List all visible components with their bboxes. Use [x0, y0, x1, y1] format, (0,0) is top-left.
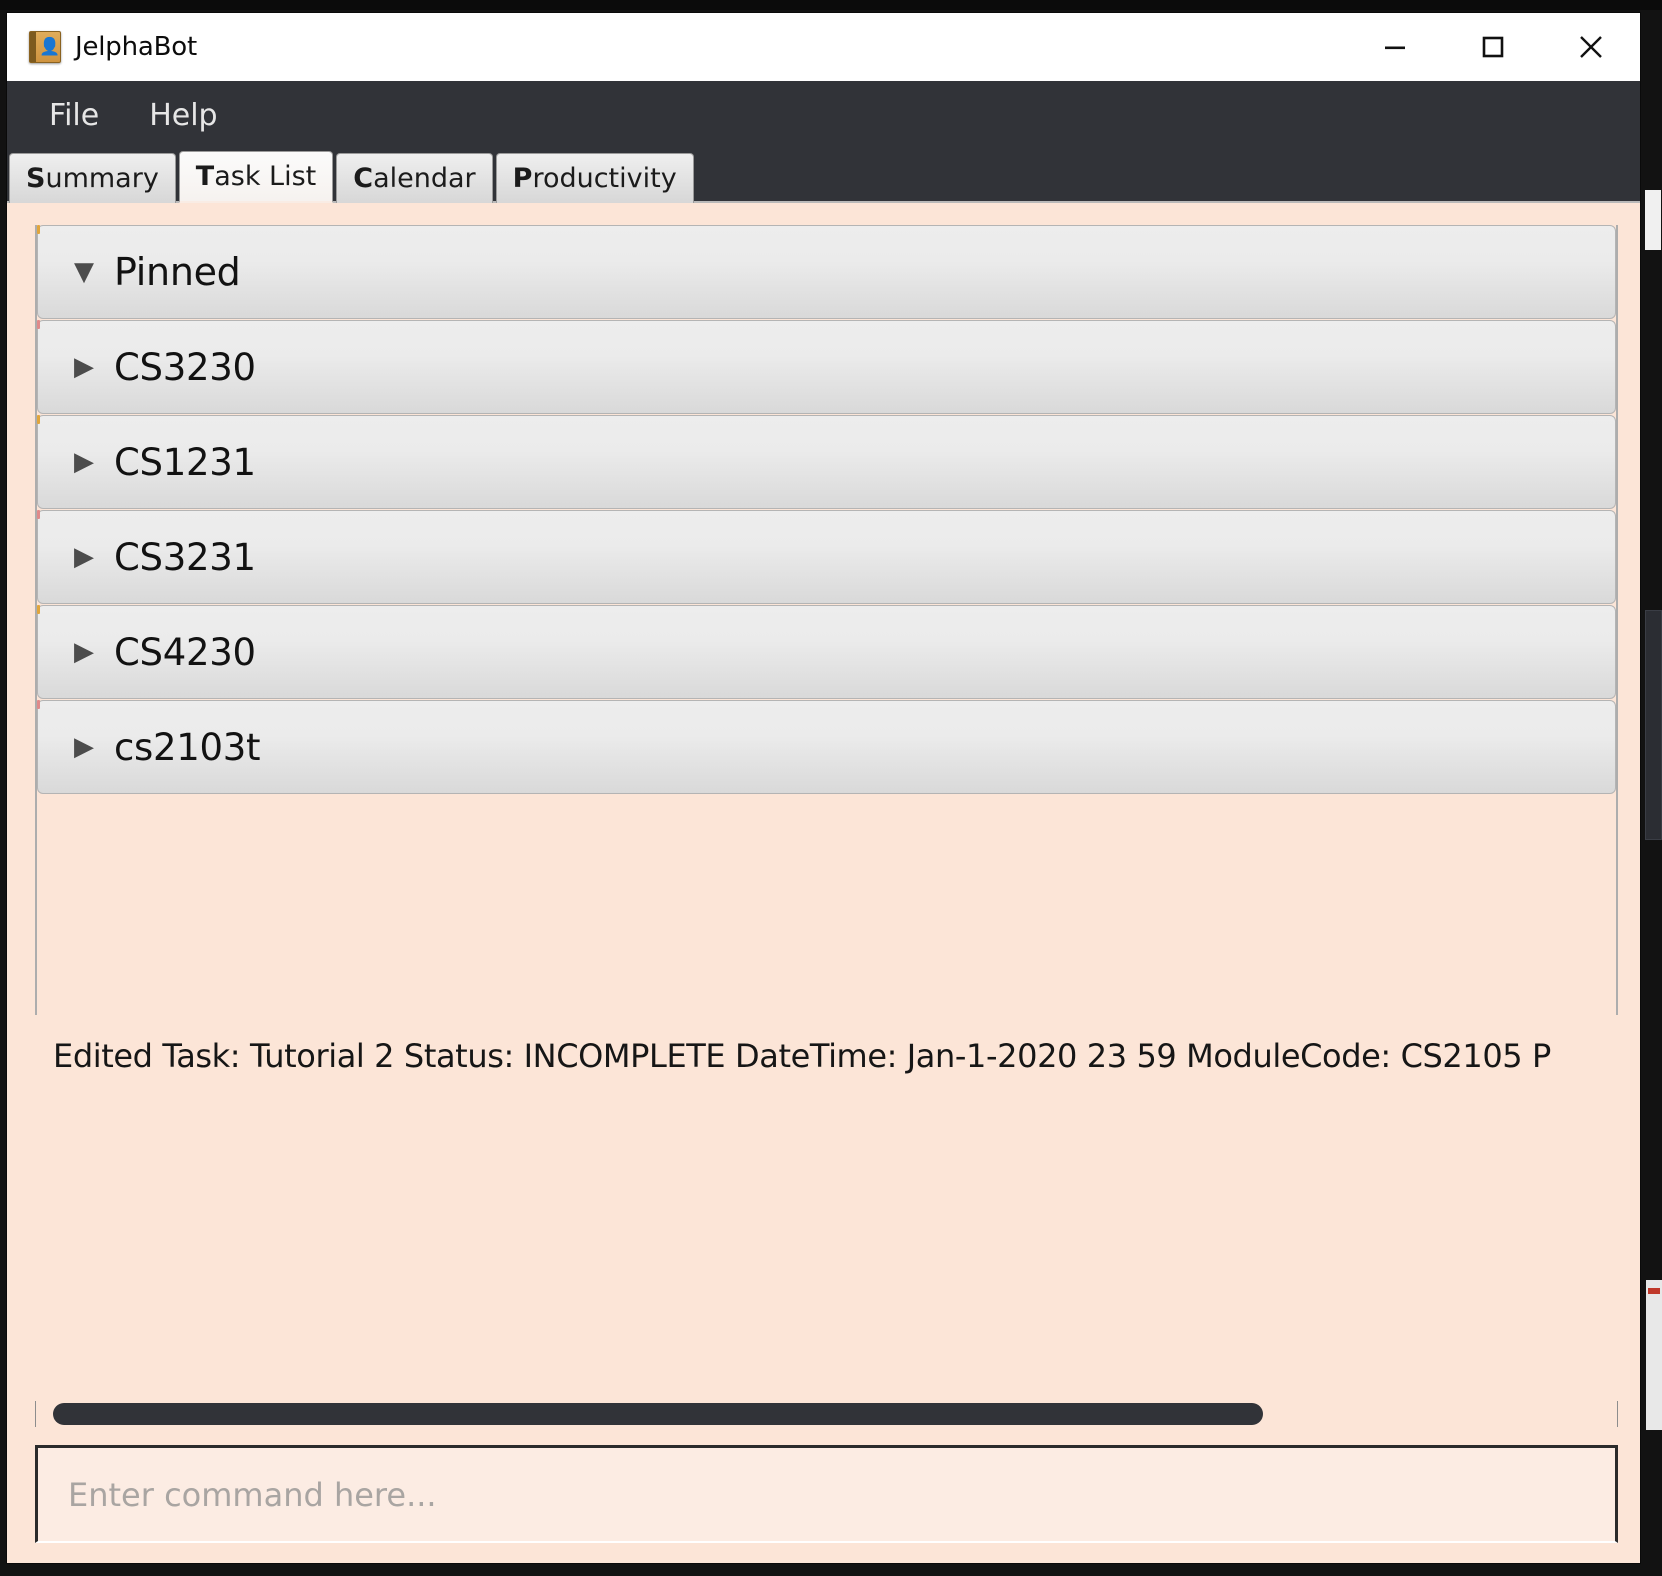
- triangle-right-icon[interactable]: ▶: [74, 449, 108, 475]
- triangle-right-icon[interactable]: ▶: [74, 354, 108, 380]
- scrollbar-track-end: [1617, 1401, 1618, 1427]
- application-window: 👤 JelphaBot File Help S ummary T ask Lis…: [6, 12, 1641, 1564]
- task-group-label: Pinned: [114, 250, 241, 294]
- menu-bar: File Help: [7, 81, 1640, 151]
- minimize-icon: [1385, 46, 1405, 50]
- close-button[interactable]: [1542, 13, 1640, 81]
- window-controls: [1346, 13, 1640, 81]
- scrollbar-track-start: [35, 1401, 36, 1427]
- group-accent-bar: [37, 225, 40, 234]
- desktop-window-thumb-2: [1645, 610, 1662, 840]
- tab-calendar-label: alendar: [373, 163, 476, 194]
- desktop-window-thumb-3: [1646, 1280, 1662, 1430]
- tab-task-list-mnemonic: T: [195, 161, 215, 192]
- title-bar: 👤 JelphaBot: [7, 13, 1640, 81]
- maximize-button[interactable]: [1444, 13, 1542, 81]
- task-group-label: CS3230: [114, 345, 256, 389]
- triangle-down-icon[interactable]: ▼: [74, 259, 108, 285]
- tab-content-task-list: ▼ Pinned ▶ CS3230 ▶ CS1231 ▶ CS3231 ▶ CS…: [7, 203, 1640, 1563]
- tab-calendar[interactable]: Calendar: [336, 153, 493, 203]
- desktop-accent-marker: [1648, 1288, 1660, 1294]
- menu-item-help[interactable]: Help: [145, 95, 221, 137]
- task-group-label: CS1231: [114, 440, 256, 484]
- task-group-label: CS3231: [114, 535, 256, 579]
- address-book-person-icon: 👤: [29, 31, 61, 63]
- task-group-accordion: ▼ Pinned ▶ CS3230 ▶ CS1231 ▶ CS3231 ▶ CS…: [35, 225, 1618, 1015]
- triangle-right-icon[interactable]: ▶: [74, 544, 108, 570]
- tab-task-list-label: ask List: [214, 161, 317, 192]
- command-input[interactable]: Enter command here...: [35, 1445, 1618, 1543]
- maximize-icon: [1482, 36, 1504, 58]
- tab-summary-mnemonic: S: [26, 163, 46, 194]
- result-message: Edited Task: Tutorial 2 Status: INCOMPLE…: [53, 1037, 1551, 1075]
- close-icon: [1580, 36, 1602, 58]
- desktop-window-thumb-1: [1645, 190, 1661, 250]
- task-group-pinned[interactable]: ▼ Pinned: [37, 225, 1616, 319]
- tab-summary-label: ummary: [45, 163, 159, 194]
- tab-summary[interactable]: Summary: [9, 153, 176, 203]
- window-title: JelphaBot: [75, 32, 197, 62]
- tab-bar: Summary Task List Calendar Productivity: [7, 151, 1640, 203]
- tab-task-list[interactable]: Task List: [178, 151, 334, 203]
- tab-productivity-label: roductivity: [532, 163, 677, 194]
- command-box-container: Enter command here...: [7, 1429, 1640, 1563]
- task-group-cs4230[interactable]: ▶ CS4230: [37, 605, 1616, 699]
- task-group-cs3231[interactable]: ▶ CS3231: [37, 510, 1616, 604]
- group-accent-bar: [37, 605, 40, 614]
- group-accent-bar: [37, 510, 40, 519]
- triangle-right-icon[interactable]: ▶: [74, 734, 108, 760]
- group-accent-bar: [37, 320, 40, 329]
- task-group-cs2103t[interactable]: ▶ cs2103t: [37, 700, 1616, 794]
- scrollbar-thumb[interactable]: [53, 1403, 1263, 1425]
- menu-item-file[interactable]: File: [45, 95, 103, 137]
- minimize-button[interactable]: [1346, 13, 1444, 81]
- tab-calendar-mnemonic: C: [353, 163, 374, 194]
- task-group-cs1231[interactable]: ▶ CS1231: [37, 415, 1616, 509]
- task-group-label: cs2103t: [114, 725, 261, 769]
- desktop-top-strip: [0, 0, 1662, 10]
- tab-productivity-mnemonic: P: [512, 163, 533, 194]
- group-accent-bar: [37, 415, 40, 424]
- task-group-label: CS4230: [114, 630, 256, 674]
- horizontal-scrollbar[interactable]: [35, 1399, 1618, 1429]
- tab-productivity[interactable]: Productivity: [495, 153, 694, 203]
- group-accent-bar: [37, 700, 40, 709]
- result-display-area: Edited Task: Tutorial 2 Status: INCOMPLE…: [7, 1015, 1640, 1429]
- task-group-cs3230[interactable]: ▶ CS3230: [37, 320, 1616, 414]
- triangle-right-icon[interactable]: ▶: [74, 639, 108, 665]
